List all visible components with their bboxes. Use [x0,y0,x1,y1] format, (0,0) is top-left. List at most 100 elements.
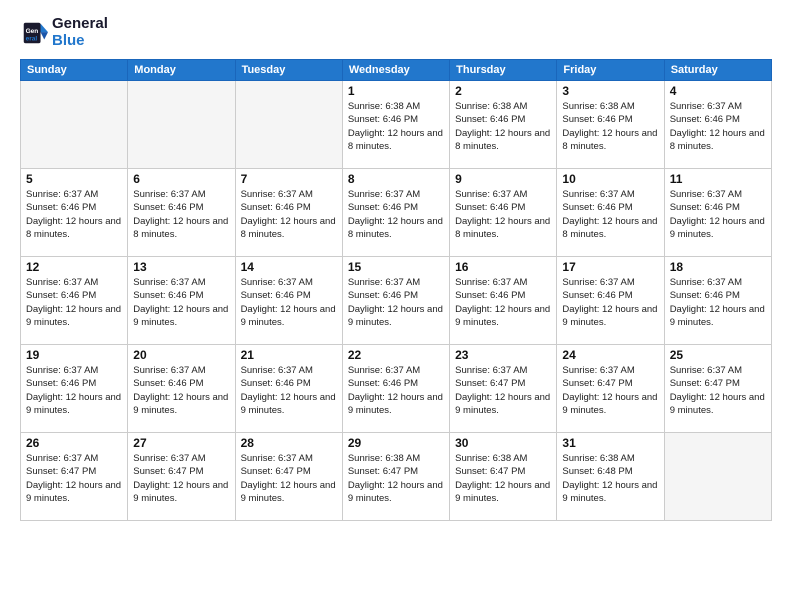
calendar-cell: 14 Sunrise: 6:37 AMSunset: 6:46 PMDayligh… [235,257,342,345]
calendar-cell [235,81,342,169]
day-info: Sunrise: 6:37 AMSunset: 6:47 PMDaylight:… [455,364,551,417]
day-number: 20 [133,348,229,362]
day-info: Sunrise: 6:37 AMSunset: 6:47 PMDaylight:… [562,364,658,417]
day-info: Sunrise: 6:37 AMSunset: 6:46 PMDaylight:… [455,188,551,241]
day-info: Sunrise: 6:37 AMSunset: 6:46 PMDaylight:… [348,364,444,417]
calendar-header-row: SundayMondayTuesdayWednesdayThursdayFrid… [21,60,772,81]
day-number: 2 [455,84,551,98]
calendar-cell: 1 Sunrise: 6:38 AMSunset: 6:46 PMDaylight… [342,81,449,169]
calendar-table: SundayMondayTuesdayWednesdayThursdayFrid… [20,59,772,521]
calendar-cell: 8 Sunrise: 6:37 AMSunset: 6:46 PMDaylight… [342,169,449,257]
logo-text: General Blue [52,16,108,49]
day-info: Sunrise: 6:37 AMSunset: 6:46 PMDaylight:… [241,188,337,241]
day-number: 19 [26,348,122,362]
day-info: Sunrise: 6:37 AMSunset: 6:46 PMDaylight:… [348,276,444,329]
day-info: Sunrise: 6:37 AMSunset: 6:47 PMDaylight:… [241,452,337,505]
calendar-cell [21,81,128,169]
calendar-week-row: 19 Sunrise: 6:37 AMSunset: 6:46 PMDayligh… [21,345,772,433]
calendar-cell: 18 Sunrise: 6:37 AMSunset: 6:46 PMDayligh… [664,257,771,345]
calendar-cell: 22 Sunrise: 6:37 AMSunset: 6:46 PMDayligh… [342,345,449,433]
day-info: Sunrise: 6:38 AMSunset: 6:46 PMDaylight:… [562,100,658,153]
day-number: 8 [348,172,444,186]
calendar-week-row: 1 Sunrise: 6:38 AMSunset: 6:46 PMDaylight… [21,81,772,169]
day-number: 25 [670,348,766,362]
day-number: 9 [455,172,551,186]
calendar-cell: 7 Sunrise: 6:37 AMSunset: 6:46 PMDaylight… [235,169,342,257]
day-number: 3 [562,84,658,98]
day-number: 22 [348,348,444,362]
calendar-cell: 16Sunrise: 6:37 AMSunset: 6:46 PMDayligh… [450,257,557,345]
calendar-day-header: Tuesday [235,60,342,81]
day-info: Sunrise: 6:37 AMSunset: 6:46 PMDaylight:… [670,276,766,329]
calendar-cell: 25 Sunrise: 6:37 AMSunset: 6:47 PMDayligh… [664,345,771,433]
day-info: Sunrise: 6:37 AMSunset: 6:46 PMDaylight:… [348,188,444,241]
header: Gen eral General Blue [20,16,772,49]
calendar-day-header: Sunday [21,60,128,81]
calendar-cell: 11 Sunrise: 6:37 AMSunset: 6:46 PMDayligh… [664,169,771,257]
calendar-cell: 19 Sunrise: 6:37 AMSunset: 6:46 PMDayligh… [21,345,128,433]
calendar-day-header: Saturday [664,60,771,81]
calendar-day-header: Thursday [450,60,557,81]
calendar-cell: 9 Sunrise: 6:37 AMSunset: 6:46 PMDaylight… [450,169,557,257]
day-number: 11 [670,172,766,186]
day-info: Sunrise: 6:37 AMSunset: 6:46 PMDaylight:… [133,364,229,417]
calendar-page: Gen eral General Blue SundayMondayTuesda… [0,0,792,612]
day-info: Sunrise: 6:38 AMSunset: 6:46 PMDaylight:… [348,100,444,153]
calendar-cell: 29 Sunrise: 6:38 AMSunset: 6:47 PMDayligh… [342,433,449,521]
day-number: 10 [562,172,658,186]
day-number: 21 [241,348,337,362]
calendar-cell: 3 Sunrise: 6:38 AMSunset: 6:46 PMDaylight… [557,81,664,169]
logo-icon: Gen eral [20,19,48,47]
calendar-cell: 2 Sunrise: 6:38 AMSunset: 6:46 PMDaylight… [450,81,557,169]
calendar-day-header: Monday [128,60,235,81]
calendar-cell [128,81,235,169]
calendar-cell: 10 Sunrise: 6:37 AMSunset: 6:46 PMDayligh… [557,169,664,257]
day-number: 27 [133,436,229,450]
day-info: Sunrise: 6:37 AMSunset: 6:46 PMDaylight:… [670,188,766,241]
day-number: 29 [348,436,444,450]
calendar-cell: 31Sunrise: 6:38 AMSunset: 6:48 PMDayligh… [557,433,664,521]
calendar-cell: 17Sunrise: 6:37 AMSunset: 6:46 PMDayligh… [557,257,664,345]
day-number: 12 [26,260,122,274]
day-number: 31 [562,436,658,450]
day-info: Sunrise: 6:38 AMSunset: 6:47 PMDaylight:… [455,452,551,505]
day-info: Sunrise: 6:37 AMSunset: 6:46 PMDaylight:… [455,276,551,329]
day-number: 1 [348,84,444,98]
calendar-cell: 26 Sunrise: 6:37 AMSunset: 6:47 PMDayligh… [21,433,128,521]
day-info: Sunrise: 6:37 AMSunset: 6:47 PMDaylight:… [670,364,766,417]
calendar-cell: 4 Sunrise: 6:37 AMSunset: 6:46 PMDaylight… [664,81,771,169]
day-number: 7 [241,172,337,186]
day-info: Sunrise: 6:38 AMSunset: 6:46 PMDaylight:… [455,100,551,153]
day-number: 4 [670,84,766,98]
day-number: 23 [455,348,551,362]
calendar-cell: 6 Sunrise: 6:37 AMSunset: 6:46 PMDaylight… [128,169,235,257]
day-info: Sunrise: 6:37 AMSunset: 6:47 PMDaylight:… [133,452,229,505]
calendar-cell: 24 Sunrise: 6:37 AMSunset: 6:47 PMDayligh… [557,345,664,433]
calendar-cell: 13Sunrise: 6:37 AMSunset: 6:46 PMDayligh… [128,257,235,345]
day-number: 17 [562,260,658,274]
day-info: Sunrise: 6:37 AMSunset: 6:47 PMDaylight:… [26,452,122,505]
calendar-cell: 21Sunrise: 6:37 AMSunset: 6:46 PMDayligh… [235,345,342,433]
calendar-week-row: 12 Sunrise: 6:37 AMSunset: 6:46 PMDayligh… [21,257,772,345]
day-info: Sunrise: 6:37 AMSunset: 6:46 PMDaylight:… [133,276,229,329]
svg-text:Gen: Gen [26,28,39,35]
calendar-cell: 5Sunrise: 6:37 AMSunset: 6:46 PMDaylight… [21,169,128,257]
day-info: Sunrise: 6:37 AMSunset: 6:46 PMDaylight:… [26,188,122,241]
day-number: 24 [562,348,658,362]
day-number: 26 [26,436,122,450]
day-number: 14 [241,260,337,274]
day-info: Sunrise: 6:37 AMSunset: 6:46 PMDaylight:… [133,188,229,241]
day-info: Sunrise: 6:37 AMSunset: 6:46 PMDaylight:… [241,276,337,329]
day-number: 30 [455,436,551,450]
day-info: Sunrise: 6:37 AMSunset: 6:46 PMDaylight:… [26,364,122,417]
day-info: Sunrise: 6:37 AMSunset: 6:46 PMDaylight:… [562,188,658,241]
calendar-day-header: Friday [557,60,664,81]
calendar-cell: 28Sunrise: 6:37 AMSunset: 6:47 PMDayligh… [235,433,342,521]
day-info: Sunrise: 6:37 AMSunset: 6:46 PMDaylight:… [670,100,766,153]
day-number: 6 [133,172,229,186]
calendar-cell: 27 Sunrise: 6:37 AMSunset: 6:47 PMDayligh… [128,433,235,521]
day-info: Sunrise: 6:38 AMSunset: 6:47 PMDaylight:… [348,452,444,505]
day-number: 18 [670,260,766,274]
calendar-cell [664,433,771,521]
day-info: Sunrise: 6:37 AMSunset: 6:46 PMDaylight:… [26,276,122,329]
